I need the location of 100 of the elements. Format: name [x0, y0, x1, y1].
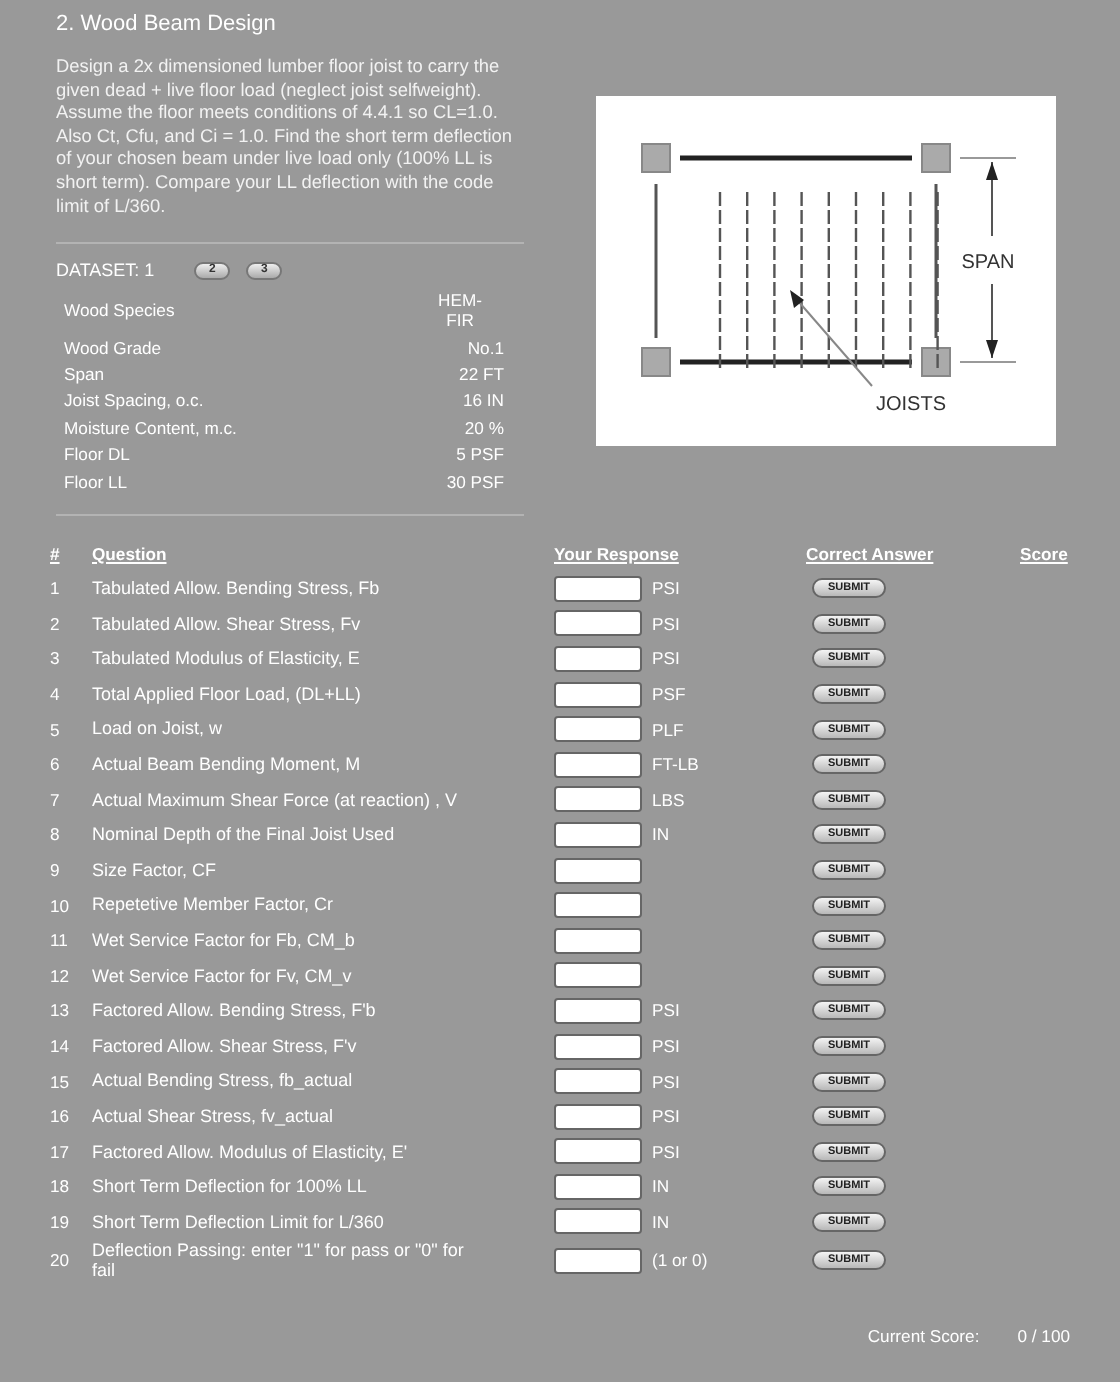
- unit-label: PSI: [652, 613, 680, 634]
- unit-label: PSI: [652, 1071, 680, 1092]
- response-field[interactable]: [554, 645, 642, 672]
- question-number: 3: [50, 648, 60, 669]
- parameter-name: Floor DL: [64, 444, 132, 465]
- unit-label: PSI: [652, 1106, 680, 1127]
- question-text: Actual Maximum Shear Force (at reaction) , V: [92, 789, 458, 811]
- response-field[interactable]: [554, 997, 642, 1024]
- parameter-value: 20 %: [462, 417, 504, 438]
- question-number: 13: [50, 1000, 70, 1021]
- question-text: Wet Service Factor for Fv, CM_v: [92, 965, 352, 987]
- unit-label: (1 or 0): [652, 1250, 708, 1271]
- response-field[interactable]: [554, 1068, 642, 1095]
- question-text: Tabulated Modulus of Elasticity, E: [92, 648, 360, 670]
- parameter-name: Span: [64, 363, 107, 384]
- parameter-name: Wood Grade: [64, 337, 164, 358]
- response-field[interactable]: [554, 786, 642, 813]
- response-field[interactable]: [554, 821, 642, 848]
- question-text: Factored Allow. Modulus of Elasticity, E': [92, 1141, 408, 1163]
- response-field[interactable]: [554, 1247, 642, 1274]
- unit-label: IN: [652, 824, 670, 845]
- question-header: Question: [92, 543, 169, 568]
- unit-label: PSF: [652, 684, 686, 705]
- question-number: 20: [50, 1250, 70, 1271]
- question-number: 5: [50, 719, 60, 740]
- question-text: Factored Allow. Bending Stress, F'b: [92, 1000, 376, 1022]
- question-text: Total Applied Floor Load, (DL+LL): [92, 683, 361, 705]
- response-field[interactable]: [554, 610, 642, 637]
- response-field[interactable]: [554, 1033, 642, 1060]
- question-number: 6: [50, 754, 60, 775]
- question-text: Short Term Deflection for 100% LL: [92, 1176, 367, 1198]
- span-label: SPAN: [961, 252, 1015, 274]
- question-number: 14: [50, 1036, 70, 1057]
- problem-description: Design a 2x dimensioned lumber floor joist to carry the given dead + live floor load (neglect joist selfweight). Assume the floor meets conditions of 4.4.1 so CL=1.0. Also Ct, Cfu, and Ci = 1.0. Find the short term deflection of your chosen beam under live load only (100% LL is short term). Compare your LL deflection with the code limit of L/360.: [56, 56, 515, 219]
- parameter-value: 16 IN: [460, 390, 504, 411]
- question-text: Tabulated Allow. Shear Stress, Fv: [92, 613, 361, 635]
- question-text: Size Factor, CF: [92, 859, 217, 881]
- unit-label: IN: [652, 1211, 670, 1232]
- number-header: #: [50, 543, 62, 567]
- question-number: 1: [50, 578, 60, 599]
- parameter-value: HEM-FIR: [436, 290, 484, 331]
- question-text: Actual Shear Stress, fv_actual: [92, 1105, 334, 1127]
- response-header: Your Response: [554, 543, 681, 568]
- question-number: 15: [50, 1071, 70, 1092]
- response-field[interactable]: [554, 962, 642, 989]
- unit-label: PSI: [652, 648, 680, 669]
- score-header: Score: [1020, 543, 1070, 567]
- parameter-value: 30 PSF: [444, 471, 504, 491]
- question-number: 9: [50, 860, 60, 881]
- question-text: Actual Bending Stress, fb_actual: [92, 1070, 353, 1092]
- score-label: Current Score:: [867, 1325, 980, 1346]
- question-number: 2: [50, 613, 60, 634]
- unit-label: LBS: [652, 789, 685, 810]
- question-text: Deflection Passing: enter "1" for pass or "0" for fail: [92, 1239, 466, 1282]
- question-number: 11: [50, 930, 68, 951]
- response-field[interactable]: [554, 1138, 642, 1165]
- response-field[interactable]: [554, 1208, 642, 1235]
- question-text: Nominal Depth of the Final Joist Used: [92, 824, 395, 846]
- parameter-name: Wood Species: [64, 300, 177, 321]
- response-field[interactable]: [554, 681, 642, 708]
- question-text: Tabulated Allow. Bending Stress, Fb: [92, 578, 380, 600]
- response-field[interactable]: [554, 716, 642, 743]
- unit-label: PSI: [652, 1036, 680, 1057]
- unit-label: PSI: [652, 1000, 680, 1021]
- dataset-label: DATASET: 1: [56, 260, 155, 281]
- question-number: 7: [50, 789, 60, 810]
- question-number: 16: [50, 1106, 70, 1127]
- unit-label: FT-LB: [652, 754, 699, 775]
- response-field[interactable]: [554, 927, 642, 954]
- unit-label: PLF: [652, 719, 684, 740]
- response-field[interactable]: [554, 575, 642, 602]
- question-text: Factored Allow. Shear Stress, F'v: [92, 1035, 357, 1057]
- joists-label: JOISTS: [876, 394, 947, 416]
- question-number: 17: [50, 1141, 70, 1162]
- question-text: Wet Service Factor for Fb, CM_b: [92, 929, 355, 951]
- question-number: 19: [50, 1211, 70, 1232]
- question-number: 10: [50, 895, 70, 916]
- response-field[interactable]: [554, 892, 642, 919]
- parameter-value: 5 PSF: [454, 444, 504, 465]
- response-field[interactable]: [554, 1103, 642, 1130]
- question-text: Repetetive Member Factor, Cr: [92, 894, 334, 916]
- score-value: 0 / 100: [1017, 1325, 1070, 1346]
- unit-label: IN: [652, 1176, 670, 1197]
- parameter-value: 22 FT: [457, 363, 504, 384]
- question-number: 8: [50, 824, 60, 845]
- response-field[interactable]: [554, 857, 642, 884]
- parameter-name: Floor LL: [64, 471, 130, 491]
- question-text: Short Term Deflection Limit for L/360: [92, 1211, 384, 1233]
- unit-label: PSI: [652, 1141, 680, 1162]
- section-title: 2. Wood Beam Design: [56, 12, 278, 36]
- answer-header: Correct Answer: [806, 543, 936, 567]
- question-number: 18: [50, 1176, 70, 1197]
- response-field[interactable]: [554, 751, 642, 778]
- question-text: Actual Beam Bending Moment, M: [92, 754, 361, 776]
- question-number: 4: [50, 684, 60, 705]
- leader-line: [790, 290, 873, 387]
- parameter-name: Moisture Content, m.c.: [64, 417, 239, 438]
- question-number: 12: [50, 965, 70, 986]
- response-field[interactable]: [554, 1173, 642, 1200]
- parameter-value: No.1: [465, 337, 504, 358]
